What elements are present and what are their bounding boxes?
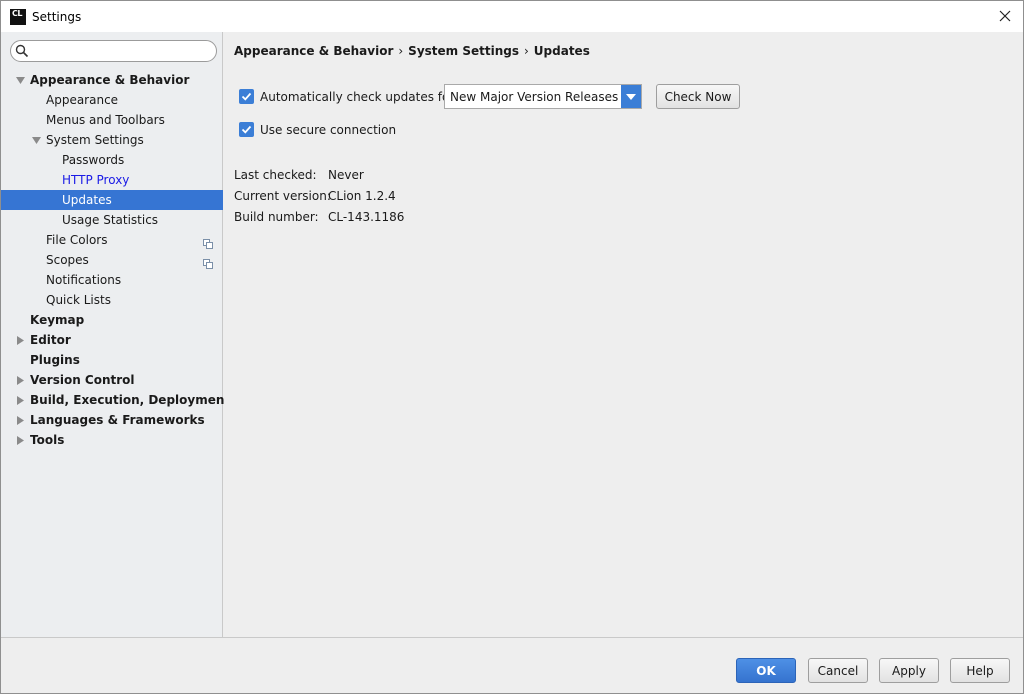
tree-item-notifications[interactable]: Notifications: [1, 270, 223, 290]
tree-item-label: Build, Execution, Deployment: [30, 393, 231, 407]
update-channel-value: New Major Version Releases: [450, 90, 619, 104]
current-version-label: Current version:: [234, 189, 331, 203]
current-version-value: CLion 1.2.4: [328, 189, 396, 203]
last-checked-label: Last checked:: [234, 168, 317, 182]
tree-item-tools[interactable]: Tools: [1, 430, 223, 450]
settings-sidebar: Appearance & Behavior Appearance Menus and…: [1, 32, 230, 637]
tree-item-label: Plugins: [30, 353, 80, 367]
secure-connection-label: Use secure connection: [260, 123, 397, 137]
tree-item-http-proxy[interactable]: HTTP Proxy: [1, 170, 223, 190]
collapsed-arrow-icon[interactable]: [15, 390, 25, 410]
collapsed-arrow-icon[interactable]: [15, 370, 25, 390]
tree-item-appearance[interactable]: Appearance: [1, 90, 223, 110]
tree-item-label: File Colors: [46, 233, 108, 247]
collapsed-arrow-icon[interactable]: [15, 330, 25, 350]
tree-item-label: Usage Statistics: [62, 213, 159, 227]
collapsed-arrow-icon[interactable]: [15, 410, 25, 430]
settings-tree: Appearance & Behavior Appearance Menus and…: [1, 70, 230, 450]
tree-item-label: Notifications: [46, 273, 122, 287]
checkmark-icon: [241, 125, 252, 134]
search-input[interactable]: [10, 40, 217, 62]
tree-item-label: Version Control: [30, 373, 135, 387]
tree-item-file-colors[interactable]: File Colors: [1, 230, 223, 250]
checkmark-icon: [241, 92, 252, 101]
tree-item-quick-lists[interactable]: Quick Lists: [1, 290, 223, 310]
update-channel-select[interactable]: New Major Version Releases: [444, 84, 642, 109]
tree-item-scopes[interactable]: Scopes: [1, 250, 223, 270]
secure-connection-checkbox[interactable]: [239, 122, 254, 137]
project-scope-icon: [203, 255, 213, 269]
tree-item-system-settings[interactable]: System Settings: [1, 130, 223, 150]
build-number-label: Build number:: [234, 210, 319, 224]
dialog-footer: OK Cancel Apply Help: [1, 637, 1023, 693]
apply-button[interactable]: Apply: [879, 658, 939, 683]
tree-item-label: Scopes: [46, 253, 89, 267]
close-icon[interactable]: [997, 8, 1013, 24]
tree-item-label: Passwords: [62, 153, 125, 167]
breadcrumb-item: System Settings: [408, 44, 519, 58]
settings-window: CL Settings Appearance & Behavior Appeara…: [0, 0, 1024, 694]
tree-item-label: Tools: [30, 433, 65, 447]
window-title: Settings: [32, 9, 82, 24]
build-number-value: CL-143.1186: [328, 210, 405, 224]
clion-app-icon: CL: [10, 8, 26, 25]
tree-item-passwords[interactable]: Passwords: [1, 150, 223, 170]
tree-item-menus-and-toolbars[interactable]: Menus and Toolbars: [1, 110, 223, 130]
tree-item-usage-statistics[interactable]: Usage Statistics: [1, 210, 223, 230]
tree-item-label: Menus and Toolbars: [46, 113, 165, 127]
tree-item-label: Updates: [62, 193, 112, 207]
tree-item-plugins[interactable]: Plugins: [1, 350, 223, 370]
tree-item-label: Appearance: [46, 93, 119, 107]
collapsed-arrow-icon[interactable]: [15, 430, 25, 450]
expanded-arrow-icon[interactable]: [31, 130, 41, 150]
tree-item-label: Appearance & Behavior: [30, 73, 190, 87]
breadcrumb-separator: ›: [398, 44, 404, 58]
tree-item-label: System Settings: [46, 133, 144, 147]
breadcrumb-item: Appearance & Behavior: [234, 44, 394, 58]
tree-item-appearance-behavior[interactable]: Appearance & Behavior: [1, 70, 223, 90]
tree-item-updates[interactable]: Updates: [1, 190, 223, 210]
breadcrumb-separator: ›: [523, 44, 529, 58]
ok-button[interactable]: OK: [736, 658, 796, 683]
tree-item-languages-frameworks[interactable]: Languages & Frameworks: [1, 410, 223, 430]
cancel-button[interactable]: Cancel: [808, 658, 868, 683]
help-button[interactable]: Help: [950, 658, 1010, 683]
tree-item-label: Editor: [30, 333, 71, 347]
breadcrumb-item: Updates: [533, 44, 590, 58]
check-now-button[interactable]: Check Now: [656, 84, 740, 109]
updates-panel: Appearance & Behavior › System Settings › Up…: [224, 32, 1023, 637]
tree-item-label: Languages & Frameworks: [30, 413, 205, 427]
tree-item-keymap[interactable]: Keymap: [1, 310, 223, 330]
tree-item-label: Keymap: [30, 313, 85, 327]
chevron-down-icon[interactable]: [621, 85, 641, 108]
tree-item-version-control[interactable]: Version Control: [1, 370, 223, 390]
tree-item-label: Quick Lists: [46, 293, 111, 307]
tree-item-editor[interactable]: Editor: [1, 330, 223, 350]
project-scope-icon: [203, 235, 213, 249]
auto-check-updates-checkbox[interactable]: [239, 89, 254, 104]
auto-check-updates-label: Automatically check updates for: [260, 90, 455, 104]
title-bar[interactable]: CL Settings: [1, 1, 1023, 32]
expanded-arrow-icon[interactable]: [15, 70, 25, 90]
breadcrumb: Appearance & Behavior › System Settings › Up…: [234, 44, 590, 58]
tree-item-label: HTTP Proxy: [62, 173, 130, 187]
search-icon: [15, 44, 29, 61]
last-checked-value: Never: [328, 168, 364, 182]
tree-item-build-execution-deployment[interactable]: Build, Execution, Deployment: [1, 390, 230, 410]
